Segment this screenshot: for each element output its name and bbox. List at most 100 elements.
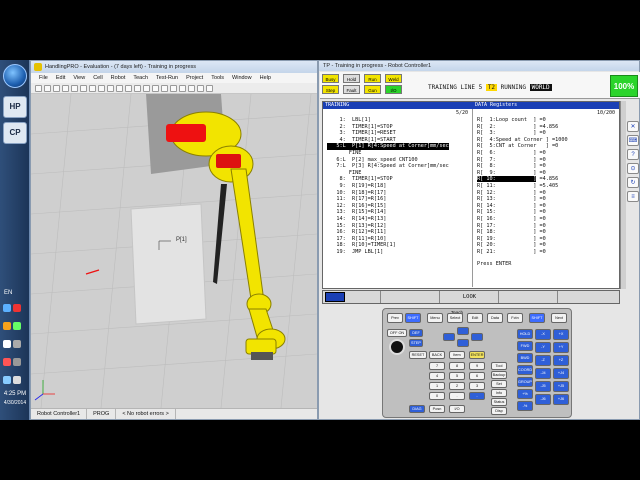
key-backup[interactable]: Backup [491,371,507,379]
register-row[interactable]: R[ 16: ] =0 [477,216,546,222]
key-prev[interactable]: Prev [387,313,403,323]
posn-button[interactable]: Posn [429,405,445,413]
program-line[interactable]: FINE [327,150,362,156]
key-edit[interactable]: Edit [467,313,483,323]
register-row[interactable]: R[ 2: ] =4.856 [477,124,558,130]
register-value[interactable]: =0 [536,170,545,176]
register-row[interactable]: R[ 8: ] =0 [477,163,546,169]
register-row[interactable]: R[ 4:Speed at Corner ] =1000 [477,137,568,143]
register-value[interactable]: =0 [536,229,545,235]
register-row[interactable]: R[ 7: ] =0 [477,157,546,163]
register-value[interactable]: =0 [549,143,558,149]
register-value[interactable]: =0 [536,163,545,169]
num-key-2[interactable]: 9 [469,362,485,370]
jog-key-hold[interactable]: HOLD [517,329,533,339]
cell-browser-icon[interactable] [89,85,96,92]
security-icon[interactable] [13,304,21,312]
zoom-in-icon[interactable] [116,85,123,92]
register-row[interactable]: R[ 19: ] =0 [477,236,546,242]
def-button[interactable]: DEF [409,329,423,337]
program-line[interactable]: 1: LBL[1] [327,117,370,123]
redo-icon[interactable] [80,85,87,92]
teach-enable-dial[interactable] [389,339,405,355]
num-key-3[interactable]: 4 [429,372,445,380]
register-value[interactable]: =0 [536,150,545,156]
wireframe-icon[interactable] [161,85,168,92]
axis-key-plus-x[interactable]: +X [553,329,569,340]
menu-project[interactable]: Project [186,73,203,83]
register-value[interactable]: =5.405 [536,183,558,189]
axis-key-minus-y[interactable]: -Y [535,342,551,353]
arrow-up-key[interactable] [457,327,469,335]
register-value[interactable]: =0 [536,236,545,242]
io-button[interactable]: I/O [449,405,465,413]
register-row[interactable]: R[ 21: ] =0 [477,249,546,255]
register-value[interactable]: =0 [536,242,545,248]
program-line[interactable]: 19: JMP LBL[1] [327,249,383,255]
program-line[interactable]: 6:L P[2] max_speed CNT100 [327,157,417,163]
jog-key-+%[interactable]: +% [517,389,533,399]
register-row[interactable]: R[ 13: ] =0 [477,196,546,202]
menu-file[interactable]: File [39,73,48,83]
close-icon[interactable]: ✕ [627,121,639,132]
diag-button[interactable]: DIAG [409,405,425,413]
program-line[interactable]: 17: R[11]=R[10] [327,236,386,242]
program-line[interactable]: 7:L P[3] R[4:Speed at Corner]mm/sec [327,163,448,169]
register-row[interactable]: R[ 9: ] =0 [477,170,546,176]
reset-button[interactable]: RESET [409,351,427,359]
program-line[interactable]: 13: R[15]=R[14] [327,209,386,215]
register-row[interactable]: R[ 15: ] =0 [477,209,546,215]
print-icon[interactable] [62,85,69,92]
jog-icon[interactable] [206,85,213,92]
program-line[interactable]: FINE [327,170,362,176]
rotate-icon[interactable] [143,85,150,92]
register-row[interactable]: R[ 10: ] =4.856 [477,176,558,183]
clock-time[interactable]: 4:25 PM [1,391,29,397]
menu-teach[interactable]: Teach [133,73,148,83]
arrow-left-key[interactable] [443,333,455,341]
fit-icon[interactable] [152,85,159,92]
num-key-0[interactable]: 7 [429,362,445,370]
register-pane[interactable]: 10/200 R[ 1:Loop count ] =0 R[ 2: ] =4.85… [473,109,619,287]
program-line[interactable]: 16: R[12]=R[11] [327,229,386,235]
axis-key-plus-j4[interactable]: +J4 [553,368,569,379]
key-tool[interactable]: Tool [491,362,507,370]
num-key-8[interactable]: 3 [469,382,485,390]
stop-icon[interactable] [179,85,186,92]
register-row[interactable]: R[ 1:Loop count ] =0 [477,117,546,123]
register-value[interactable]: =1000 [549,137,568,143]
register-value[interactable]: =0 [536,196,545,202]
register-value[interactable]: =0 [536,223,545,229]
program-line[interactable]: 9: R[19]=R[18] [327,183,386,189]
frame-icon[interactable] [98,85,105,92]
help-icon[interactable]: ? [627,149,639,160]
jog-key-fwd[interactable]: FWD [517,341,533,351]
register-value[interactable]: =0 [536,203,545,209]
axis-key-plus-z[interactable]: +Z [553,355,569,366]
register-row[interactable]: R[ 17: ] =0 [477,223,546,229]
axis-key-plus-j6[interactable]: +J6 [553,394,569,405]
program-line[interactable]: 5:L P[1] R[4:Speed at Corner]mm/sec [327,143,449,150]
program-line[interactable]: 14: R[14]=R[13] [327,216,386,222]
key-set[interactable]: Set [491,380,507,388]
register-value[interactable]: =0 [536,216,545,222]
key-menu[interactable]: Menu [427,313,443,323]
program-line[interactable]: 11: R[17]=R[16] [327,196,386,202]
start-button[interactable] [3,64,27,88]
key-next[interactable]: Next [551,313,567,323]
pin-icon[interactable]: ⊙ [627,163,639,174]
record-icon[interactable] [188,85,195,92]
play-icon[interactable] [170,85,177,92]
f5-key[interactable] [559,291,617,303]
key-shift[interactable]: SHIFT [529,313,545,323]
keyboard-icon[interactable]: ⌨ [627,135,639,146]
register-row[interactable]: R[ 6: ] =0 [477,150,546,156]
axis-key-minus-j5[interactable]: -J5 [535,381,551,392]
axis-key-plus-y[interactable]: +Y [553,342,569,353]
3d-viewport[interactable]: P[1] [31,94,317,408]
flag-icon[interactable] [13,340,21,348]
register-row[interactable]: R[ 11: ] =5.405 [477,183,558,189]
handlingpro-titlebar[interactable]: HandlingPRO - Evaluation - (7 days left)… [31,61,317,73]
num-key-10[interactable]: . [449,392,465,400]
register-row[interactable]: R[ 5:CNT at Corner ] =0 [477,143,558,149]
